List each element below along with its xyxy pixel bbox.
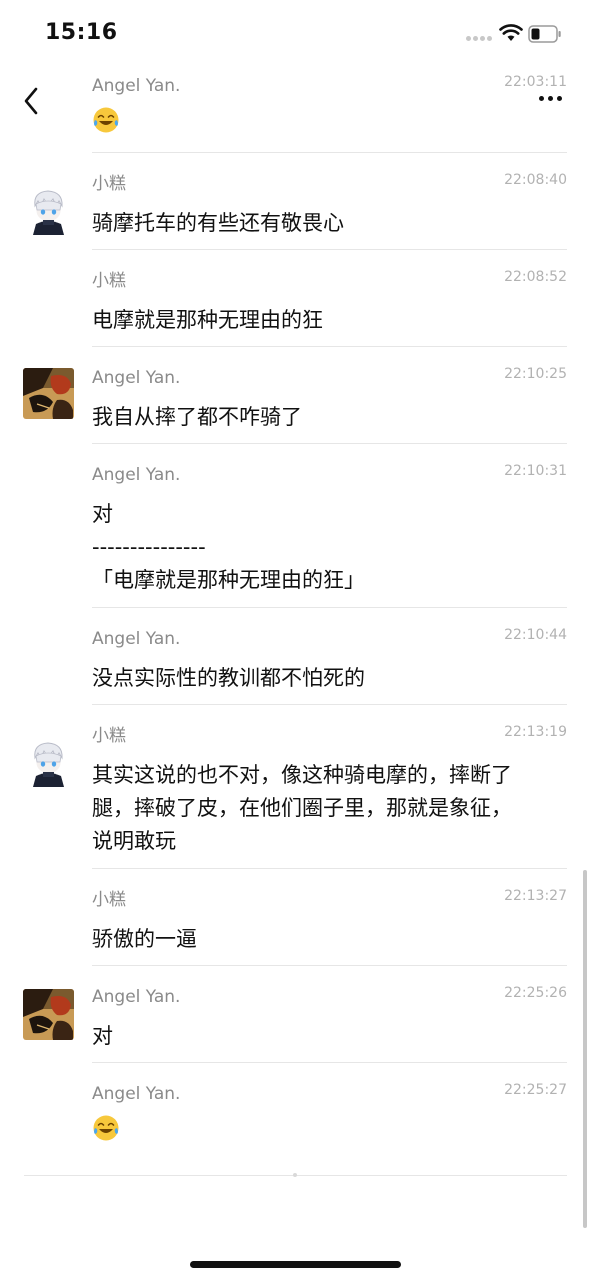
avatar-angel-yan[interactable] [23, 989, 74, 1040]
status-bar: 15:16 [0, 0, 591, 70]
message-text: 我自从摔了都不咋骑了 [92, 405, 302, 429]
avatar-xiaogao[interactable] [23, 736, 74, 787]
message-sender: Angel Yan. [92, 368, 181, 388]
message-divider [92, 704, 567, 705]
battery-icon [528, 25, 561, 43]
message-divider [92, 1062, 567, 1063]
message-time: 22:08:40 [504, 172, 567, 188]
crying-laughing-emoji-icon [93, 1115, 119, 1141]
message-sender: Angel Yan. [92, 1084, 181, 1104]
message-sender: 小糕 [92, 174, 126, 194]
cellular-signal-icon [466, 36, 494, 44]
list-end-dot [293, 1173, 297, 1177]
message-sender: 小糕 [92, 726, 126, 746]
message-divider [92, 152, 567, 153]
message-sender: Angel Yan. [92, 629, 181, 649]
avatar-angel-yan[interactable] [23, 368, 74, 419]
message-text: 没点实际性的教训都不怕死的 [92, 666, 365, 690]
crying-laughing-emoji-icon [93, 107, 119, 133]
message-divider [92, 607, 567, 608]
scrollbar[interactable] [583, 870, 587, 1228]
message-time: 22:25:27 [504, 1082, 567, 1098]
message-text: 对 --------------- 「电摩就是那种无理由的狂」 [92, 502, 365, 592]
message-sender: Angel Yan. [92, 987, 181, 1007]
message-divider [92, 443, 567, 444]
message-time: 22:13:19 [504, 724, 567, 740]
message-text: 电摩就是那种无理由的狂 [92, 308, 323, 332]
message-text: 骑摩托车的有些还有敬畏心 [92, 211, 344, 235]
message-divider [92, 965, 567, 966]
message-sender: Angel Yan. [92, 465, 181, 485]
message-time: 22:13:27 [504, 888, 567, 904]
message-text: 骄傲的一逼 [92, 927, 197, 951]
message-time: 22:25:26 [504, 985, 567, 1001]
message-divider [92, 868, 567, 869]
message-time: 22:03:11 [504, 74, 567, 90]
message-time: 22:10:25 [504, 366, 567, 382]
message-divider [92, 249, 567, 250]
message-divider [92, 346, 567, 347]
status-time: 15:16 [45, 20, 118, 45]
wifi-icon [499, 24, 523, 41]
message-time: 22:10:44 [504, 627, 567, 643]
message-text: 其实这说的也不对，像这种骑电摩的，摔断了 腿，摔破了皮，在他们圈子里，那就是象征… [92, 763, 512, 853]
more-options-icon[interactable] [536, 93, 566, 105]
back-chevron-icon[interactable] [18, 84, 48, 118]
message-time: 22:10:31 [504, 463, 567, 479]
message-sender: 小糕 [92, 271, 126, 291]
message-time: 22:08:52 [504, 269, 567, 285]
message-sender: 小糕 [92, 890, 126, 910]
home-indicator[interactable] [190, 1261, 401, 1268]
avatar-xiaogao[interactable] [23, 184, 74, 235]
message-text: 对 [92, 1024, 113, 1048]
message-sender: Angel Yan. [92, 76, 181, 96]
